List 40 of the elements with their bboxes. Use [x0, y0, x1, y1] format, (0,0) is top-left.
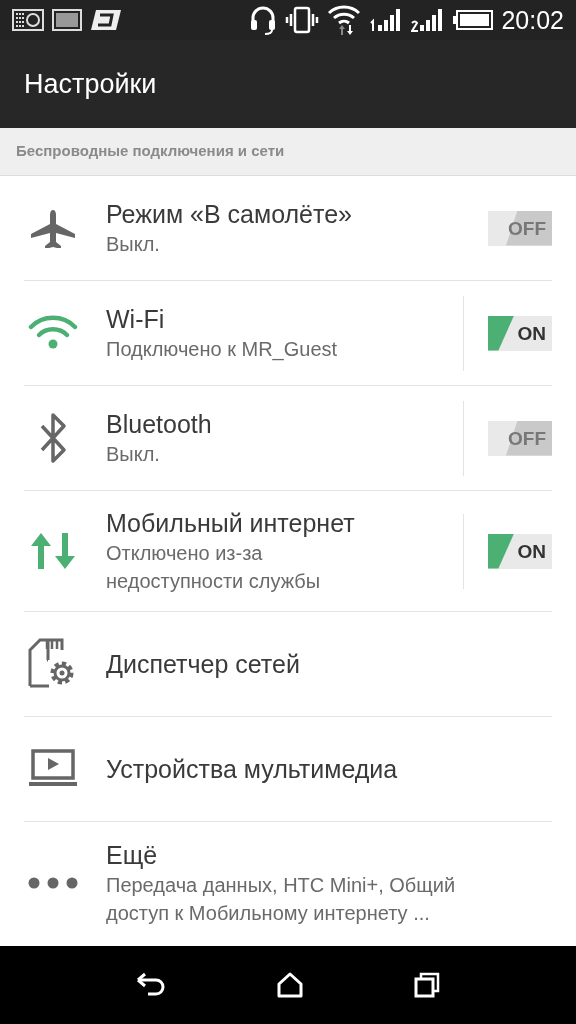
image-icon — [52, 9, 82, 31]
battery-icon — [453, 10, 494, 30]
row-title: Wi-Fi — [106, 304, 166, 335]
back-icon[interactable] — [135, 972, 166, 998]
wifi-icon — [28, 315, 78, 351]
row-subtitle: Выкл. — [106, 442, 161, 467]
clock-time: 20:02 — [501, 7, 564, 33]
settings-row[interactable]: Устройства мультимедиа — [24, 717, 552, 822]
row-title: Диспетчер сетей — [106, 649, 301, 680]
app-grid-icon — [12, 9, 44, 31]
row-title: Ещё — [106, 839, 159, 871]
row-subtitle: Передача данных, HTC Mini+, Общий доступ к Мобильному интернету ... — [106, 872, 457, 926]
toggle-switch[interactable]: ON — [488, 533, 552, 569]
row-subtitle: Подключено к MR_Guest — [106, 337, 339, 363]
screen-play-icon — [28, 749, 78, 789]
settings-row[interactable]: Ещё Передача данных, HTC Mini+, Общий доступ к Мобильному интернету ... — [24, 822, 552, 943]
recent-apps-icon[interactable] — [414, 972, 441, 998]
row-subtitle: Выкл. — [106, 232, 161, 257]
screen-title: Настройки — [24, 67, 157, 101]
row-title: Режим «В самолёте» — [106, 199, 353, 230]
vibrate-icon — [285, 6, 320, 34]
row-title: Bluetooth — [106, 409, 213, 440]
wifi-signal-icon — [327, 3, 362, 37]
headset-icon — [249, 5, 278, 35]
bluetooth-icon — [38, 412, 68, 464]
row-title: Устройства мультимедиа — [106, 754, 399, 785]
home-icon[interactable] — [277, 972, 303, 998]
airplane-icon — [28, 208, 78, 248]
toggle-switch[interactable]: ON — [488, 315, 552, 351]
settings-row[interactable]: Wi-Fi Подключено к MR_Guest ON — [24, 281, 552, 386]
settings-row[interactable]: Мобильный интернет Отключено из-за недоступности службы ON — [24, 491, 552, 612]
section-title: Беспроводные подключения и сети — [16, 141, 285, 162]
settings-row[interactable]: Bluetooth Выкл. OFF — [24, 386, 552, 491]
settings-row[interactable]: Диспетчер сетей — [24, 612, 552, 717]
row-subtitle: Отключено из-за недоступности службы — [106, 541, 322, 594]
settings-row[interactable]: Режим «В самолёте» Выкл. OFF — [24, 176, 552, 281]
more-dots-icon — [28, 875, 78, 890]
row-title: Мобильный интернет — [106, 508, 356, 539]
data-arrows-icon — [29, 531, 77, 571]
app-logo-icon — [90, 9, 122, 31]
